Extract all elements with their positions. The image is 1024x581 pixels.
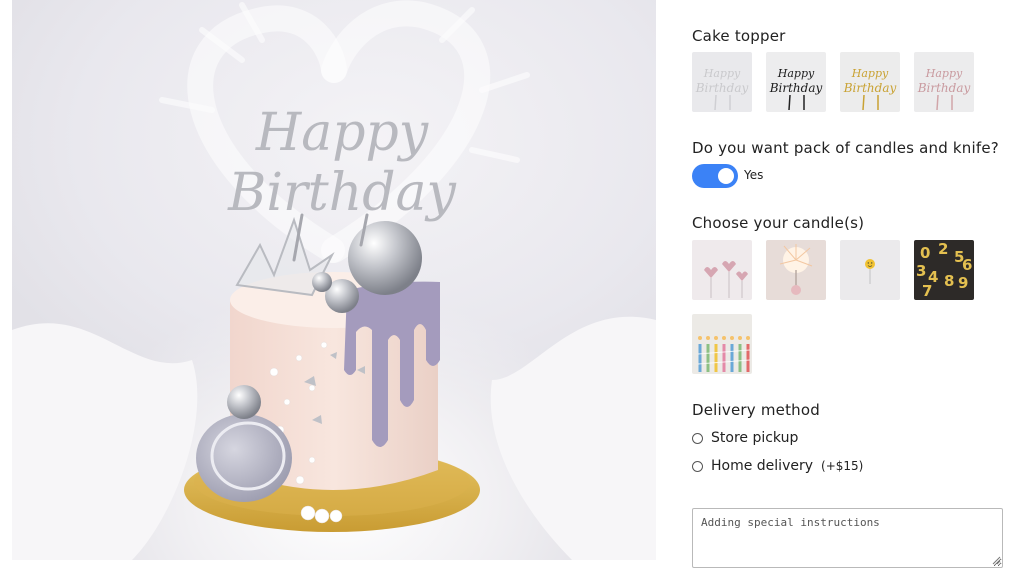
candle-option-smiley[interactable] xyxy=(840,240,900,300)
svg-text:Happy: Happy xyxy=(777,67,815,80)
svg-text:Birthday: Birthday xyxy=(843,81,897,95)
svg-text:2: 2 xyxy=(938,240,948,258)
topper-option-gold[interactable]: Happy Birthday xyxy=(840,52,900,112)
topper-option-rose-gold[interactable]: Happy Birthday xyxy=(914,52,974,112)
candle-option-numbers[interactable]: 0256 3489 7 xyxy=(914,240,974,300)
svg-text:6: 6 xyxy=(962,256,972,274)
store-pickup-radio[interactable] xyxy=(692,432,703,444)
svg-text:8: 8 xyxy=(944,272,954,290)
candle-option-striped[interactable] xyxy=(692,314,752,374)
toggle-knob xyxy=(718,168,734,184)
cake-illustration: Happy Birthday xyxy=(12,0,656,560)
svg-text:Birthday: Birthday xyxy=(695,81,749,95)
candle-option-hearts[interactable] xyxy=(692,240,752,300)
svg-text:9: 9 xyxy=(958,274,968,292)
store-pickup-label: Store pickup xyxy=(711,430,799,446)
home-delivery-label: Home delivery xyxy=(711,458,814,474)
delivery-title: Delivery method xyxy=(692,401,820,419)
cake-topper-title: Cake topper xyxy=(692,27,786,45)
home-delivery-radio[interactable] xyxy=(692,460,703,472)
svg-text:Happy: Happy xyxy=(851,67,889,80)
topper-option-black[interactable]: Happy Birthday xyxy=(766,52,826,112)
candles-title: Choose your candle(s) xyxy=(692,214,865,232)
delivery-option-store-pickup[interactable]: Store pickup xyxy=(692,429,798,447)
home-delivery-price: (+$15) xyxy=(821,459,864,473)
special-instructions-field[interactable] xyxy=(692,508,1003,568)
topper-text-happy: Happy xyxy=(255,103,429,163)
topper-text-birthday: Birthday xyxy=(227,163,456,223)
candles-knife-question: Do you want pack of candles and knife? xyxy=(692,139,999,157)
svg-text:3: 3 xyxy=(916,262,926,280)
svg-text:Happy: Happy xyxy=(703,67,741,80)
svg-text:Birthday: Birthday xyxy=(769,81,823,95)
toggle-label: Yes xyxy=(744,168,764,182)
delivery-option-home-delivery[interactable]: Home delivery (+$15) xyxy=(692,457,863,475)
candle-option-sparkler[interactable] xyxy=(766,240,826,300)
svg-text:Happy: Happy xyxy=(925,67,963,80)
svg-text:7: 7 xyxy=(922,282,932,300)
topper-option-clear[interactable]: Happy Birthday xyxy=(692,52,752,112)
svg-text:0: 0 xyxy=(920,244,930,262)
product-photo: Happy Birthday xyxy=(12,0,656,560)
svg-text:Birthday: Birthday xyxy=(917,81,971,95)
candles-knife-toggle[interactable] xyxy=(692,164,738,188)
